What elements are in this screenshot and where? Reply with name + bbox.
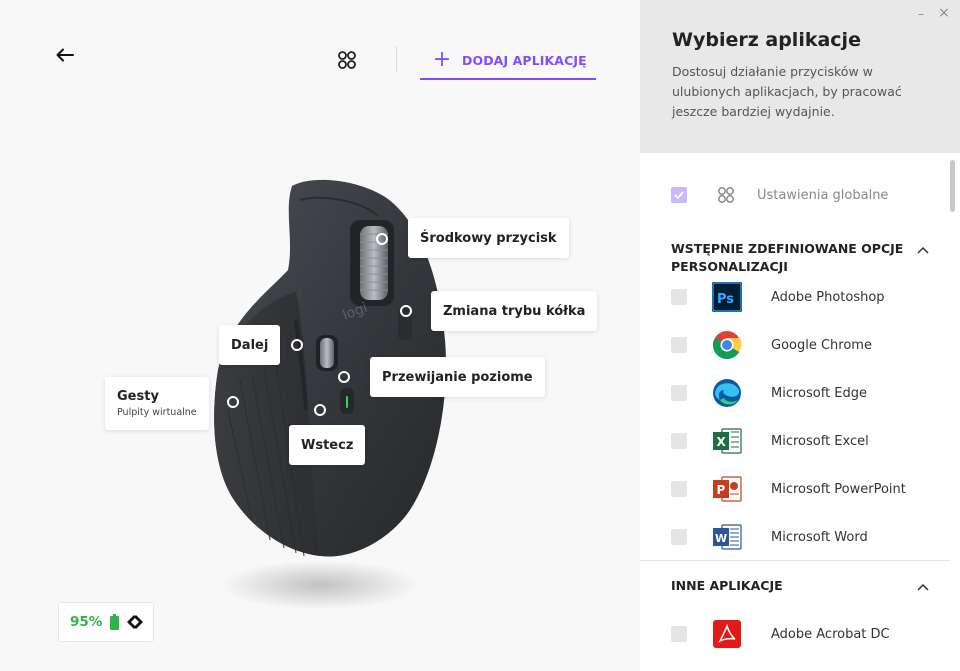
flow-icon [127,615,144,629]
callout-forward[interactable]: Dalej [219,325,281,365]
battery-status: 95% [58,602,154,642]
app-selection-panel: – × Wybierz aplikacje Dostosuj działanie… [640,0,960,671]
chrome-icon [711,329,743,361]
panel-header: – × Wybierz aplikacje Dostosuj działanie… [640,0,960,153]
svg-text:W: W [715,532,727,545]
hotspot-back[interactable] [314,404,326,416]
app-checkbox[interactable] [671,529,687,545]
plus-icon: + [432,47,452,72]
add-application-label: DODAJ APLIKACJĘ [462,52,587,68]
app-row-excel[interactable]: X Microsoft Excel [640,417,950,465]
app-row-word[interactable]: W Microsoft Word [640,513,950,561]
hotspot-forward[interactable] [291,339,303,351]
battery-percent: 95% [70,614,103,630]
app-name: Adobe Photoshop [771,289,885,305]
section-divider [640,560,950,561]
app-checkbox[interactable] [671,385,687,401]
edge-icon [711,377,743,409]
app-name: Microsoft Word [771,529,868,545]
callout-wheel-mode[interactable]: Zmiana trybu kółka [431,291,598,331]
app-name: Google Chrome [771,337,872,353]
callout-horizontal-scroll-label: Przewijanie poziome [382,369,533,385]
device-view: + DODAJ APLIKACJĘ logi Środkowy przycisk… [0,0,640,671]
powerpoint-icon: P [711,473,743,505]
app-checkbox[interactable] [671,626,687,642]
hotspot-wheel-mode[interactable] [400,305,412,317]
battery-icon [110,614,120,630]
hotspot-horizontal-scroll[interactable] [338,371,350,383]
callout-gestures-sublabel: Pulpity wirtualne [117,407,197,418]
photoshop-icon: Ps [711,281,743,313]
apps-grid-icon [718,187,734,203]
section-other-title: INNE APLIKACJE [671,578,783,593]
hotspot-middle-button[interactable] [376,233,388,245]
app-name: Microsoft Edge [771,385,868,401]
header-divider [396,46,397,72]
arrow-left-icon [56,48,74,62]
app-checkbox[interactable] [671,481,687,497]
svg-text:Ps: Ps [717,292,734,307]
excel-icon: X [711,425,743,457]
app-list: Ustawienia globalne WSTĘPNIE ZDEFINIOWAN… [640,153,950,671]
word-icon: W [711,521,743,553]
chevron-up-icon[interactable] [916,581,930,595]
callout-wheel-mode-label: Zmiana trybu kółka [443,303,586,319]
global-settings-row[interactable]: Ustawienia globalne [640,173,950,217]
global-settings-label: Ustawienia globalne [757,187,889,203]
callout-horizontal-scroll[interactable]: Przewijanie poziome [370,357,545,397]
close-icon[interactable]: × [937,6,951,20]
svg-text:P: P [717,483,726,497]
add-application-button[interactable]: + DODAJ APLIKACJĘ [420,42,596,80]
all-apps-button[interactable] [334,47,360,73]
callout-back-label: Wstecz [301,437,354,453]
back-button[interactable] [52,42,78,68]
global-settings-checkbox[interactable] [671,187,687,203]
app-row-chrome[interactable]: Google Chrome [640,321,950,369]
app-checkbox[interactable] [671,289,687,305]
app-checkbox[interactable] [671,337,687,353]
app-row-edge[interactable]: Microsoft Edge [640,369,950,417]
app-row-powerpoint[interactable]: P Microsoft PowerPoint [640,465,950,513]
hotspot-gestures[interactable] [227,396,239,408]
callout-middle-label: Środkowy przycisk [420,230,557,246]
checkmark-icon [674,191,684,199]
app-checkbox[interactable] [671,433,687,449]
callout-back[interactable]: Wstecz [289,425,366,465]
app-row-acrobat[interactable]: Adobe Acrobat DC [640,610,950,658]
svg-text:X: X [717,435,727,449]
app-name: Microsoft Excel [771,433,869,449]
panel-title: Wybierz aplikacje [672,29,861,51]
app-name: Microsoft PowerPoint [771,481,906,497]
scrollbar-thumb[interactable] [950,160,955,212]
acrobat-icon [711,618,743,650]
callout-gestures-label: Gesty [117,389,159,404]
chevron-up-icon[interactable] [916,244,930,258]
callout-forward-label: Dalej [231,337,269,353]
apps-grid-icon [338,51,356,69]
minimize-icon[interactable]: – [915,8,927,20]
app-name: Adobe Acrobat DC [771,626,890,642]
callout-gestures[interactable]: Gesty Pulpity wirtualne [105,377,209,430]
panel-description: Dostosuj działanie przycisków w ulubiony… [672,64,902,119]
app-row-photoshop[interactable]: Ps Adobe Photoshop [640,273,950,321]
section-predefined-title: WSTĘPNIE ZDEFINIOWANE OPCJE PERSONALIZAC… [671,241,904,274]
callout-middle-button[interactable]: Środkowy przycisk [408,218,569,258]
